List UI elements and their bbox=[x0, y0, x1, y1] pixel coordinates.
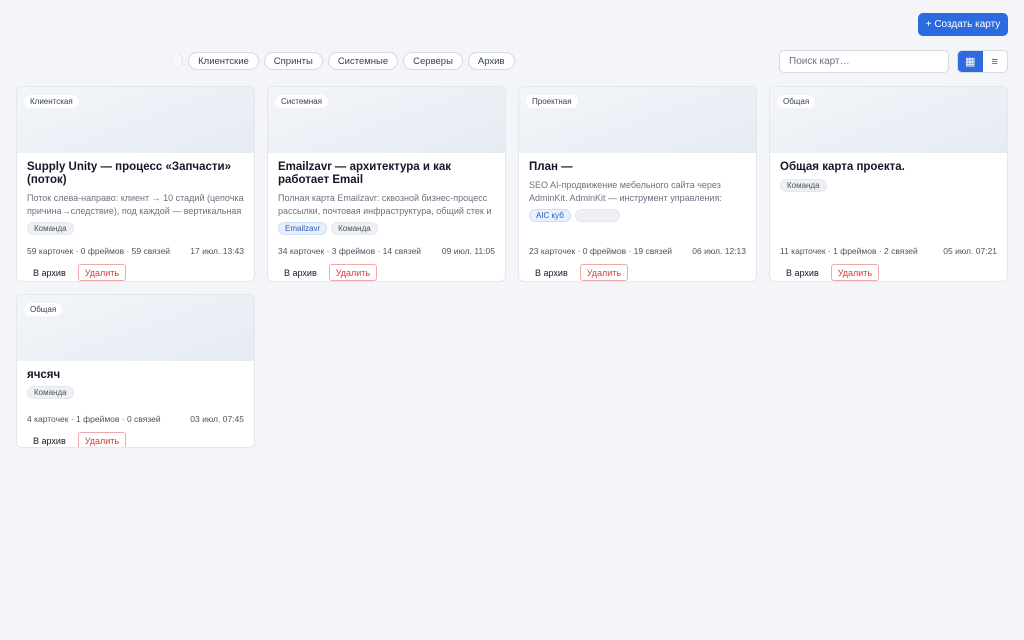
grid-view-button[interactable]: ▦ bbox=[958, 51, 983, 72]
card-stats: 4 карточек · 1 фреймов · 0 связей bbox=[27, 414, 161, 424]
archive-button[interactable]: В архив bbox=[27, 264, 72, 281]
category-filters: ыеКлиентскиеСпринтыСистемныеСерверыАрхив bbox=[170, 52, 540, 70]
card-description: Полная карта Emailzavr: сквозной бизнес-… bbox=[278, 193, 492, 216]
card-meta: 23 карточек · 0 фреймов · 19 связей 06 ию… bbox=[529, 246, 746, 256]
card-actions: В архив Удалить bbox=[27, 264, 127, 281]
card-actions: В архив Удалить bbox=[27, 432, 127, 447]
card-cover: Общая bbox=[770, 87, 1007, 153]
view-toggle: ▦ ≡ bbox=[957, 50, 1008, 73]
delete-button[interactable]: Удалить bbox=[77, 264, 127, 281]
card-cover: Общая bbox=[17, 295, 254, 361]
card-title: ячсяч bbox=[27, 369, 61, 381]
card-title: Общая карта проекта. bbox=[780, 161, 905, 173]
card-actions: В архив Удалить bbox=[529, 264, 629, 281]
delete-button[interactable]: Удалить bbox=[77, 432, 127, 447]
card-date: 05 июл. 07:21 bbox=[943, 246, 997, 256]
card-title: План — bbox=[529, 161, 573, 173]
card-cover: Системная bbox=[268, 87, 505, 153]
card-type-badge: Клиентская bbox=[24, 95, 79, 108]
search-input[interactable] bbox=[779, 50, 949, 73]
map-card[interactable]: Общая Общая карта проекта. Команда 11 карто… bbox=[769, 86, 1008, 282]
card-body: Emailzavr — архитектура и как работает E… bbox=[268, 161, 505, 281]
filter-chip[interactable]: Системные bbox=[327, 52, 399, 70]
map-card[interactable]: Клиентская Supply Unity — процесс «Запчас… bbox=[16, 86, 255, 282]
card-tag: Команда bbox=[780, 179, 827, 192]
card-title: Emailzavr — архитектура и как работает E… bbox=[278, 161, 452, 186]
card-stats: 11 карточек · 1 фреймов · 2 связей bbox=[780, 246, 918, 256]
card-body: Общая карта проекта. Команда 11 карточек ·… bbox=[770, 161, 1007, 281]
card-actions: В архив Удалить bbox=[278, 264, 378, 281]
card-cover: Клиентская bbox=[17, 87, 254, 153]
filter-chip[interactable]: ые bbox=[170, 52, 184, 70]
card-tags: Команда bbox=[27, 386, 244, 399]
list-view-button[interactable]: ≡ bbox=[983, 51, 1008, 72]
grid-icon: ▦ bbox=[965, 56, 976, 68]
maps-grid: Клиентская Supply Unity — процесс «Запчас… bbox=[16, 86, 1008, 448]
card-body: План — SEO AI-продвижение мебельного сайт… bbox=[519, 161, 756, 281]
create-map-button[interactable]: + Создать карту bbox=[918, 13, 1008, 36]
card-tags: Emailzavr Команда bbox=[278, 222, 495, 235]
card-meta: 34 карточек · 3 фреймов · 14 связей 09 ию… bbox=[278, 246, 495, 256]
card-type-badge: Общая bbox=[24, 303, 63, 316]
card-tag bbox=[574, 209, 620, 222]
card-date: 03 июл. 07:45 bbox=[190, 414, 244, 424]
archive-button[interactable]: В архив bbox=[278, 264, 323, 281]
delete-button[interactable]: Удалить bbox=[579, 264, 629, 281]
card-tags: Команда bbox=[27, 222, 244, 235]
card-tag: Команда bbox=[331, 222, 378, 235]
card-tags: Команда bbox=[780, 179, 997, 192]
card-stats: 59 карточек · 0 фреймов · 59 связей bbox=[27, 246, 171, 256]
map-card[interactable]: Проектная План — SEO AI-продвижение мебель… bbox=[518, 86, 757, 282]
card-body: ячсяч Команда 4 карточек · 1 фреймов · 0 с… bbox=[17, 369, 254, 447]
delete-button[interactable]: Удалить bbox=[830, 264, 880, 281]
card-description: Поток слева-направо: клиент → 10 стадий … bbox=[27, 193, 244, 216]
archive-button[interactable]: В архив bbox=[529, 264, 574, 281]
card-tag: AIC куб bbox=[529, 209, 571, 222]
filter-chip[interactable]: Архив bbox=[467, 52, 515, 70]
delete-button[interactable]: Удалить bbox=[328, 264, 378, 281]
card-type-badge: Системная bbox=[275, 95, 328, 108]
card-type-badge: Проектная bbox=[526, 95, 578, 108]
card-type-badge: Общая bbox=[777, 95, 816, 108]
list-icon: ≡ bbox=[991, 55, 998, 68]
card-actions: В архив Удалить bbox=[780, 264, 880, 281]
card-meta: 11 карточек · 1 фреймов · 2 связей 05 июл… bbox=[780, 246, 997, 256]
card-date: 17 июл. 13:43 bbox=[190, 246, 244, 256]
archive-button[interactable]: В архив bbox=[780, 264, 825, 281]
card-meta: 4 карточек · 1 фреймов · 0 связей 03 июл.… bbox=[27, 414, 244, 424]
archive-button[interactable]: В архив bbox=[27, 432, 72, 447]
filter-chip[interactable]: Спринты bbox=[263, 52, 323, 70]
map-card[interactable]: Общая ячсяч Команда 4 карточек · 1 фреймов … bbox=[16, 294, 255, 448]
card-stats: 23 карточек · 0 фреймов · 19 связей bbox=[529, 246, 673, 256]
card-cover: Проектная bbox=[519, 87, 756, 153]
filter-chip[interactable]: Клиентские bbox=[188, 52, 259, 70]
card-meta: 59 карточек · 0 фреймов · 59 связей 17 ию… bbox=[27, 246, 244, 256]
card-tag: Команда bbox=[27, 386, 74, 399]
card-body: Supply Unity — процесс «Запчасти» (поток… bbox=[17, 161, 254, 281]
map-card[interactable]: Системная Emailzavr — архитектура и как р… bbox=[267, 86, 506, 282]
card-title: Supply Unity — процесс «Запчасти» (поток… bbox=[27, 161, 231, 186]
card-stats: 34 карточек · 3 фреймов · 14 связей bbox=[278, 246, 422, 256]
card-tag: Emailzavr bbox=[278, 222, 328, 235]
card-date: 09 июл. 11:05 bbox=[441, 246, 495, 256]
card-tags: AIC куб bbox=[529, 209, 746, 222]
filter-chip[interactable]: Серверы bbox=[403, 52, 463, 70]
card-tag: Команда bbox=[27, 222, 74, 235]
card-date: 06 июл. 12:13 bbox=[692, 246, 746, 256]
card-description: SEO AI-продвижение мебельного сайта чере… bbox=[529, 180, 722, 203]
